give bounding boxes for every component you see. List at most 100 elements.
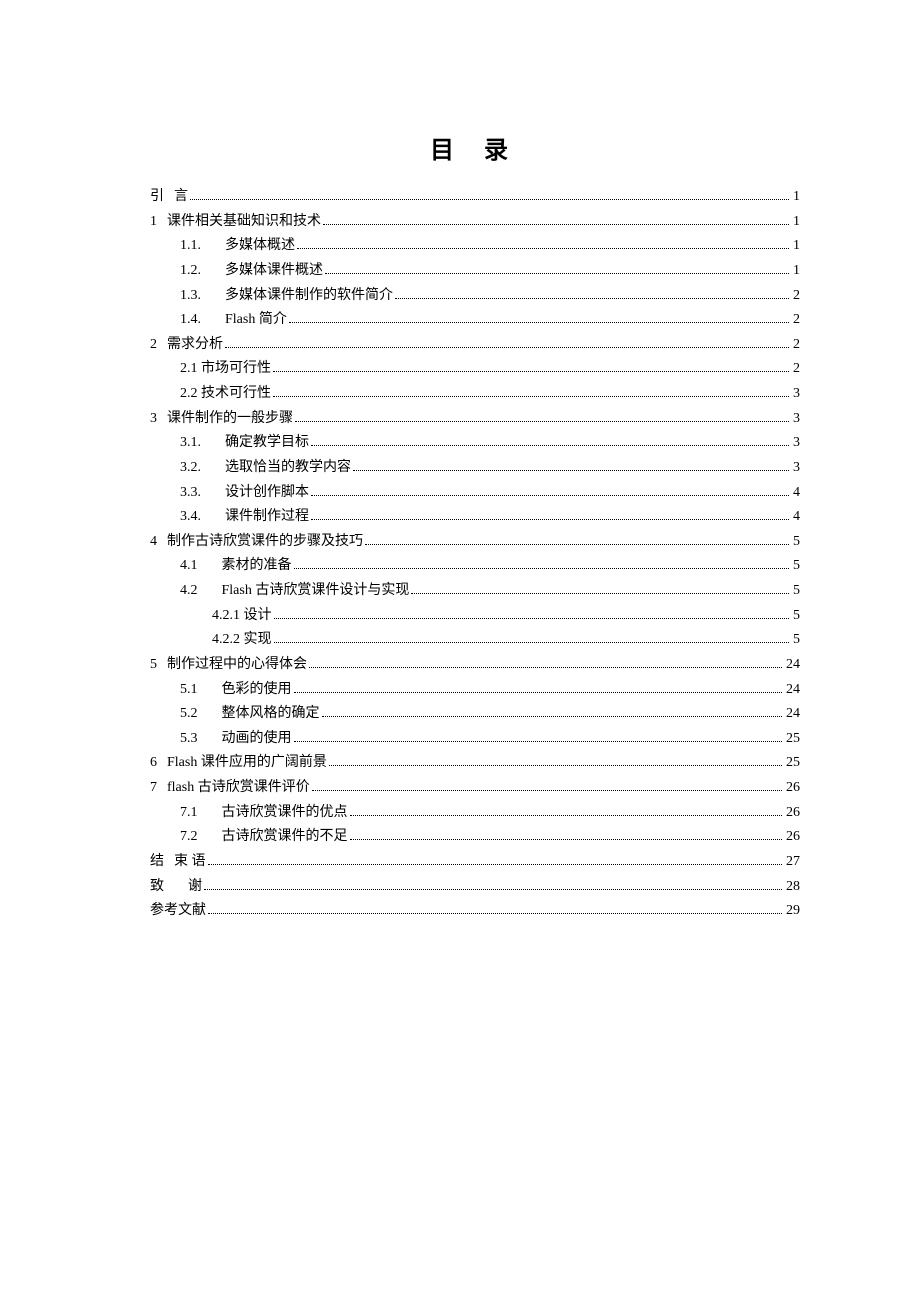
toc-entry: 7.1 古诗欣赏课件的优点 26 xyxy=(150,801,800,826)
toc-entry: 4制作古诗欣赏课件的步骤及技巧5 xyxy=(150,530,800,555)
toc-entry-page: 25 xyxy=(786,727,800,752)
toc-entry-label: 课件制作过程 xyxy=(225,505,309,530)
toc-entry-page: 27 xyxy=(786,850,800,875)
toc-entry-number: 3.1. xyxy=(180,431,201,456)
toc-entry-page: 5 xyxy=(793,628,800,653)
toc-entry: 1.1. 多媒体概述 1 xyxy=(150,234,800,259)
toc-leader xyxy=(274,642,790,643)
toc-entry-label: 多媒体课件制作的软件简介 xyxy=(225,284,393,309)
toc-entry-page: 2 xyxy=(793,333,800,358)
toc-entry-number: 6 xyxy=(150,751,157,776)
toc-entry-page: 3 xyxy=(793,382,800,407)
toc-entry: 4.2.2 实现 5 xyxy=(150,628,800,653)
toc-entry-page: 3 xyxy=(793,407,800,432)
toc-entry-number: 3.4. xyxy=(180,505,201,530)
toc-entry: 1.3. 多媒体课件制作的软件简介 2 xyxy=(150,284,800,309)
toc-entry: 1.2. 多媒体课件概述 1 xyxy=(150,259,800,284)
toc-entry-page: 1 xyxy=(793,234,800,259)
toc-entry-number: 4.2 xyxy=(180,579,198,604)
toc-leader xyxy=(353,470,789,471)
toc-entry-label: 设计创作脚本 xyxy=(225,481,309,506)
toc-leader xyxy=(273,371,789,372)
toc-entry-page: 24 xyxy=(786,653,800,678)
toc-entry: 4.2.1 设计5 xyxy=(150,604,800,629)
toc-entry-number: 5 xyxy=(150,653,157,678)
toc-leader xyxy=(294,741,783,742)
toc-entry: 5.3 动画的使用 25 xyxy=(150,727,800,752)
toc-leader xyxy=(350,839,783,840)
toc-entry: 2.1 市场可行性 2 xyxy=(150,357,800,382)
toc-entry-label: 2.2 技术可行性 xyxy=(180,382,271,407)
toc-entry-number: 1.3. xyxy=(180,284,201,309)
toc-entry-page: 1 xyxy=(793,259,800,284)
toc-leader xyxy=(225,347,789,348)
toc-entry-label: 参考文献 xyxy=(150,899,206,924)
toc-entry-page: 2 xyxy=(793,284,800,309)
toc-entry: 7flash 古诗欣赏课件评价26 xyxy=(150,776,800,801)
toc-entry-label: 动画的使用 xyxy=(222,727,292,752)
toc-entry-label: 制作过程中的心得体会 xyxy=(167,653,307,678)
toc-entry: 2需求分析2 xyxy=(150,333,800,358)
toc-leader xyxy=(204,889,782,890)
toc-leader xyxy=(395,298,789,299)
toc-entry-page: 24 xyxy=(786,678,800,703)
toc-entry: 3.2. 选取恰当的教学内容 3 xyxy=(150,456,800,481)
toc-entry: 4.1素材的准备5 xyxy=(150,554,800,579)
toc-entry-number: 1.2. xyxy=(180,259,201,284)
toc-entry-number: 7.1 xyxy=(180,801,198,826)
toc-entry-page: 1 xyxy=(793,185,800,210)
toc-entry-label: 2.1 市场可行性 xyxy=(180,357,271,382)
toc-entry-number: 致 xyxy=(150,875,164,900)
toc-entry-page: 2 xyxy=(793,357,800,382)
toc-entry-number: 1.1. xyxy=(180,234,201,259)
toc-entry-label: 4.2.2 实现 xyxy=(212,628,272,653)
toc-entry-label: 多媒体概述 xyxy=(225,234,295,259)
toc-entry-number: 5.3 xyxy=(180,727,198,752)
toc-entry-label: 整体风格的确定 xyxy=(222,702,320,727)
toc-leader xyxy=(273,396,789,397)
toc-entry: 3.1.确定教学目标3 xyxy=(150,431,800,456)
toc-leader xyxy=(309,667,782,668)
toc-entry: 结束 语 27 xyxy=(150,850,800,875)
toc-entry-label: 制作古诗欣赏课件的步骤及技巧 xyxy=(167,530,363,555)
toc-entry-label: 束 语 xyxy=(174,850,206,875)
toc-entry-number: 3 xyxy=(150,407,157,432)
toc-entry-label: 谢 xyxy=(188,875,202,900)
toc-entry-page: 28 xyxy=(786,875,800,900)
toc-leader xyxy=(295,421,789,422)
toc-entry-page: 3 xyxy=(793,456,800,481)
toc-entry-page: 29 xyxy=(786,899,800,924)
toc-entry-label: 课件相关基础知识和技术 xyxy=(167,210,321,235)
toc-leader xyxy=(311,495,789,496)
toc-entry-label: Flash 古诗欣赏课件设计与实现 xyxy=(222,579,410,604)
toc-leader xyxy=(297,248,789,249)
toc-entry-label: 选取恰当的教学内容 xyxy=(225,456,351,481)
toc-leader xyxy=(323,224,789,225)
toc-entry: 6Flash 课件应用的广阔前景25 xyxy=(150,751,800,776)
toc-entry-number: 结 xyxy=(150,850,164,875)
toc-entry-page: 24 xyxy=(786,702,800,727)
toc-leader xyxy=(208,864,783,865)
toc-entry-page: 5 xyxy=(793,554,800,579)
toc-entry-number: 引 xyxy=(150,185,164,210)
toc-entry-label: 古诗欣赏课件的优点 xyxy=(222,801,348,826)
toc-entry-label: 多媒体课件概述 xyxy=(225,259,323,284)
toc-entry-page: 3 xyxy=(793,431,800,456)
toc-entry-number: 3.2. xyxy=(180,456,201,481)
toc-entry-label: flash 古诗欣赏课件评价 xyxy=(167,776,310,801)
toc-leader xyxy=(325,273,789,274)
toc-leader xyxy=(311,445,789,446)
toc-leader xyxy=(350,815,783,816)
toc-entry-number: 3.3. xyxy=(180,481,201,506)
toc-entry-page: 2 xyxy=(793,308,800,333)
toc-entry-page: 5 xyxy=(793,530,800,555)
toc-title: 目 录 xyxy=(150,130,800,165)
toc-entry-page: 5 xyxy=(793,579,800,604)
toc-entry-label: Flash 简介 xyxy=(225,308,287,333)
toc-entry-page: 26 xyxy=(786,801,800,826)
toc-entry-label: Flash 课件应用的广阔前景 xyxy=(167,751,327,776)
toc-entry-label: 4.2.1 设计 xyxy=(212,604,272,629)
toc-entry-number: 1.4. xyxy=(180,308,201,333)
toc-leader xyxy=(411,593,789,594)
toc-entry-label: 课件制作的一般步骤 xyxy=(167,407,293,432)
